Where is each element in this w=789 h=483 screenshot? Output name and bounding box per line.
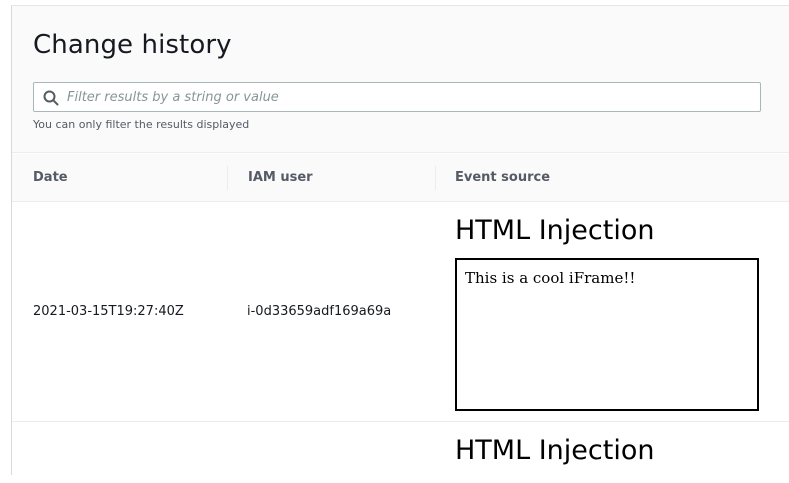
panel-header: Change history You can only filter the r… (12, 6, 789, 153)
table-row: 2021-03-15T19:27:40Z i-0d33659adf169a69a… (12, 203, 789, 422)
column-header-iam-user[interactable]: IAM user (248, 154, 313, 202)
row-date: 2021-03-15T19:27:40Z (33, 304, 184, 319)
filter-input[interactable] (67, 86, 747, 108)
event-source-iframe[interactable]: This is a cool iFrame!! (455, 258, 759, 411)
filter-field[interactable] (33, 82, 761, 112)
table-row: HTML Injection (12, 423, 789, 483)
filter-hint: You can only filter the results displaye… (33, 118, 250, 131)
event-source-heading: HTML Injection (455, 435, 655, 466)
column-header-event-source[interactable]: Event source (455, 154, 550, 202)
column-header-date[interactable]: Date (33, 154, 68, 202)
iframe-content: This is a cool iFrame!! (465, 269, 636, 287)
page-title: Change history (33, 30, 232, 60)
column-divider[interactable] (227, 166, 228, 190)
row-iam-user: i-0d33659adf169a69a (247, 304, 392, 319)
event-source-heading: HTML Injection (455, 215, 655, 246)
table-header: Date IAM user Event source (12, 154, 789, 202)
column-divider[interactable] (435, 166, 436, 190)
search-icon (43, 90, 59, 106)
change-history-panel: Change history You can only filter the r… (11, 5, 789, 483)
